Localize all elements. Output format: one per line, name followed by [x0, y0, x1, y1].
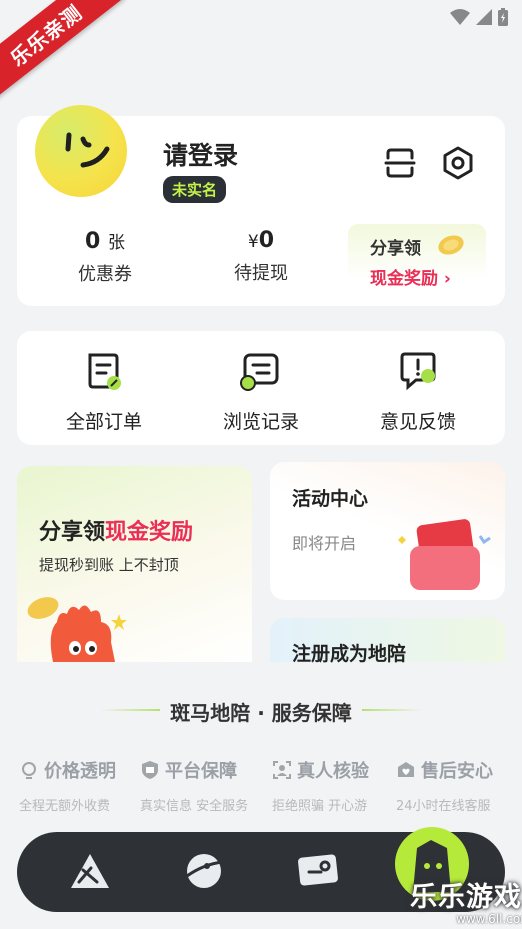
feature-price: 价格透明 全程无额外收费 [19, 757, 116, 814]
feedback-icon [400, 352, 436, 391]
orders-card: 全部订单 浏览记录 意见反馈 [17, 331, 505, 445]
battery-icon [498, 8, 508, 26]
shield-icon [142, 761, 158, 779]
promo-subtitle: 提现秒到账 上不封顶 [39, 556, 179, 574]
feature-platform: 平台保障 真实信息 安全服务 [140, 757, 248, 814]
feature-aftersale-title: 售后安心 [421, 761, 493, 782]
profile-card: 请登录 未实名 0 张 优惠券 ¥0 待提现 分享领 现金奖励 › [17, 105, 505, 306]
heart-icon [398, 762, 414, 777]
coupon-gift-icon [398, 519, 491, 590]
activity-center-card[interactable]: 活动中心 即将开启 [270, 462, 505, 600]
feature-verify-title: 真人核验 [297, 761, 369, 782]
withdraw-label: 待提现 [234, 263, 288, 284]
smiley-face-icon [65, 132, 110, 168]
feedback-label: 意见反馈 [379, 411, 456, 433]
scan-icon[interactable] [383, 146, 417, 180]
coin-icon [438, 235, 464, 255]
divider-right [362, 709, 422, 711]
avatar[interactable] [35, 105, 127, 197]
settings-icon[interactable] [441, 146, 475, 180]
nav-home-icon[interactable] [65, 848, 115, 894]
bulb-icon [22, 762, 36, 779]
coupon-count: 0 [85, 229, 101, 254]
coupon-label: 优惠券 [78, 264, 132, 285]
promo-title: 分享领现金奖励 [39, 514, 193, 546]
login-title[interactable]: 请登录 [163, 136, 238, 172]
feature-price-title: 价格透明 [44, 761, 116, 782]
guarantee-title: 斑马地陪 · 服务保障 [170, 701, 352, 725]
share-cash-banner[interactable]: 分享领现金奖励 提现秒到账 上不封顶 [17, 466, 252, 662]
coupon-stat[interactable]: 0 张 优惠券 [65, 228, 145, 286]
activity-subtitle: 即将开启 [292, 534, 357, 553]
register-guide-card[interactable]: 注册成为地陪 [270, 618, 505, 665]
browse-history-label: 浏览记录 [222, 411, 299, 433]
status-icons [450, 8, 508, 26]
nav-message-icon[interactable] [295, 848, 345, 894]
withdraw-amount: 0 [258, 228, 275, 253]
nav-explore-icon[interactable] [179, 848, 229, 894]
feature-verify-subtitle: 拒绝照骗 开心游 [272, 799, 368, 814]
share-reward-link: 现金奖励 › [370, 269, 451, 289]
currency-symbol: ¥ [247, 232, 259, 252]
all-orders-button[interactable]: 全部订单 [34, 349, 174, 434]
promo-title-highlight: 现金奖励 [105, 520, 194, 545]
real-name-badge[interactable]: 未实名 [163, 176, 227, 203]
feedback-button[interactable]: 意见反馈 [348, 349, 488, 434]
feature-platform-title: 平台保障 [165, 761, 237, 782]
feature-price-subtitle: 全程无额外收费 [19, 799, 111, 814]
person-icon [273, 761, 291, 779]
activity-title: 活动中心 [292, 488, 369, 510]
browse-history-button[interactable]: 浏览记录 [191, 349, 331, 434]
watermark-url: www.6ll.com [456, 912, 522, 926]
history-icon [240, 353, 279, 391]
feature-aftersale-subtitle: 24小时在线客服 [396, 799, 491, 814]
feature-aftersale: 售后安心 24小时在线客服 [396, 757, 493, 814]
promo-title-prefix: 分享领 [39, 520, 106, 545]
watermark-logo: 乐乐游戏 [410, 882, 522, 913]
share-title: 分享领 [370, 239, 421, 259]
all-orders-label: 全部订单 [65, 411, 142, 433]
feature-verify: 真人核验 拒绝照骗 开心游 [272, 757, 369, 814]
withdraw-stat[interactable]: ¥0 待提现 [221, 228, 301, 285]
register-title: 注册成为地陪 [292, 643, 407, 665]
signal-icon [476, 9, 492, 25]
mascot-illustration [27, 597, 127, 662]
feature-platform-subtitle: 真实信息 安全服务 [140, 799, 249, 814]
share-reward-button[interactable]: 分享领 现金奖励 › [348, 224, 486, 298]
coupon-unit: 张 [107, 233, 125, 253]
wifi-icon [450, 9, 470, 25]
order-icon [88, 353, 121, 390]
